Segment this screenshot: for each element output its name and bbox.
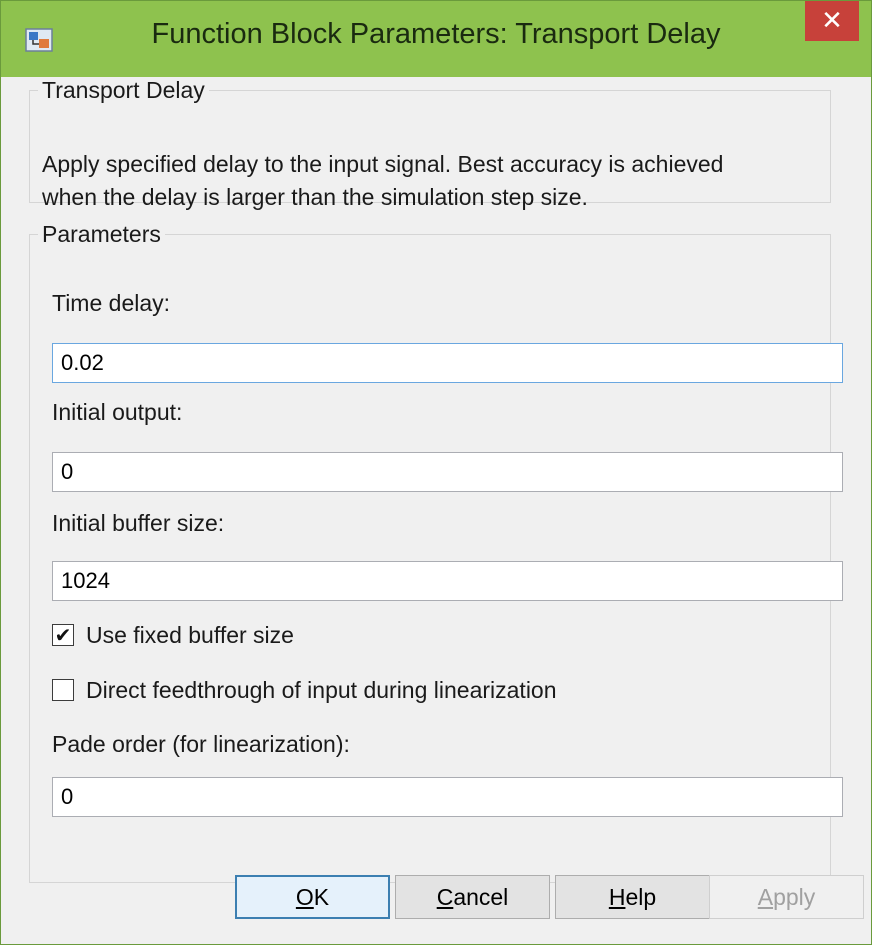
- help-label-rest: elp: [625, 883, 657, 910]
- title-bar[interactable]: Function Block Parameters: Transport Del…: [1, 1, 871, 77]
- initial-output-label: Initial output:: [52, 399, 183, 425]
- time-delay-input[interactable]: [52, 343, 843, 383]
- cancel-mnemonic: C: [436, 883, 454, 910]
- use-fixed-buffer-checkbox[interactable]: ✔: [52, 624, 74, 646]
- use-fixed-buffer-row[interactable]: ✔ Use fixed buffer size: [52, 621, 294, 649]
- cancel-button[interactable]: Cancel: [395, 875, 550, 919]
- block-description: Apply specified delay to the input signa…: [42, 148, 818, 214]
- description-line-1: Apply specified delay to the input signa…: [42, 151, 724, 177]
- checkmark-icon: ✔: [54, 623, 72, 647]
- description-legend: Transport Delay: [42, 77, 205, 103]
- apply-mnemonic: A: [757, 883, 774, 910]
- direct-feedthrough-checkbox[interactable]: [52, 679, 74, 701]
- apply-button[interactable]: Apply: [709, 875, 864, 919]
- dialog-content: Transport Delay Apply specified delay to…: [13, 77, 864, 934]
- window-title: Function Block Parameters: Transport Del…: [151, 18, 721, 50]
- close-icon: ✕: [821, 6, 843, 36]
- ok-mnemonic: O: [295, 883, 314, 910]
- initial-buffer-size-input[interactable]: [52, 561, 843, 601]
- pade-order-input[interactable]: [52, 777, 843, 817]
- ok-label-rest: K: [313, 883, 330, 910]
- initial-buffer-size-label: Initial buffer size:: [52, 510, 225, 536]
- close-button[interactable]: ✕: [805, 1, 859, 41]
- simulink-block-icon: [25, 27, 53, 53]
- parameters-group: Parameters Time delay: Initial output: I…: [29, 221, 843, 883]
- dialog-window: Function Block Parameters: Transport Del…: [0, 0, 872, 945]
- apply-label-rest: pply: [773, 883, 816, 910]
- direct-feedthrough-label: Direct feedthrough of input during linea…: [86, 676, 557, 703]
- pade-order-label: Pade order (for linearization):: [52, 731, 350, 757]
- ok-button[interactable]: OK: [235, 875, 390, 919]
- time-delay-label: Time delay:: [52, 290, 171, 316]
- description-line-2: when the delay is larger than the simula…: [42, 184, 588, 210]
- parameters-legend: Parameters: [42, 221, 161, 247]
- description-group: Transport Delay Apply specified delay to…: [29, 77, 831, 210]
- help-mnemonic: H: [608, 883, 626, 910]
- help-button[interactable]: Help: [555, 875, 710, 919]
- use-fixed-buffer-label: Use fixed buffer size: [86, 621, 294, 648]
- cancel-label-rest: ancel: [453, 883, 509, 910]
- initial-output-input[interactable]: [52, 452, 843, 492]
- direct-feedthrough-row[interactable]: Direct feedthrough of input during linea…: [52, 676, 557, 704]
